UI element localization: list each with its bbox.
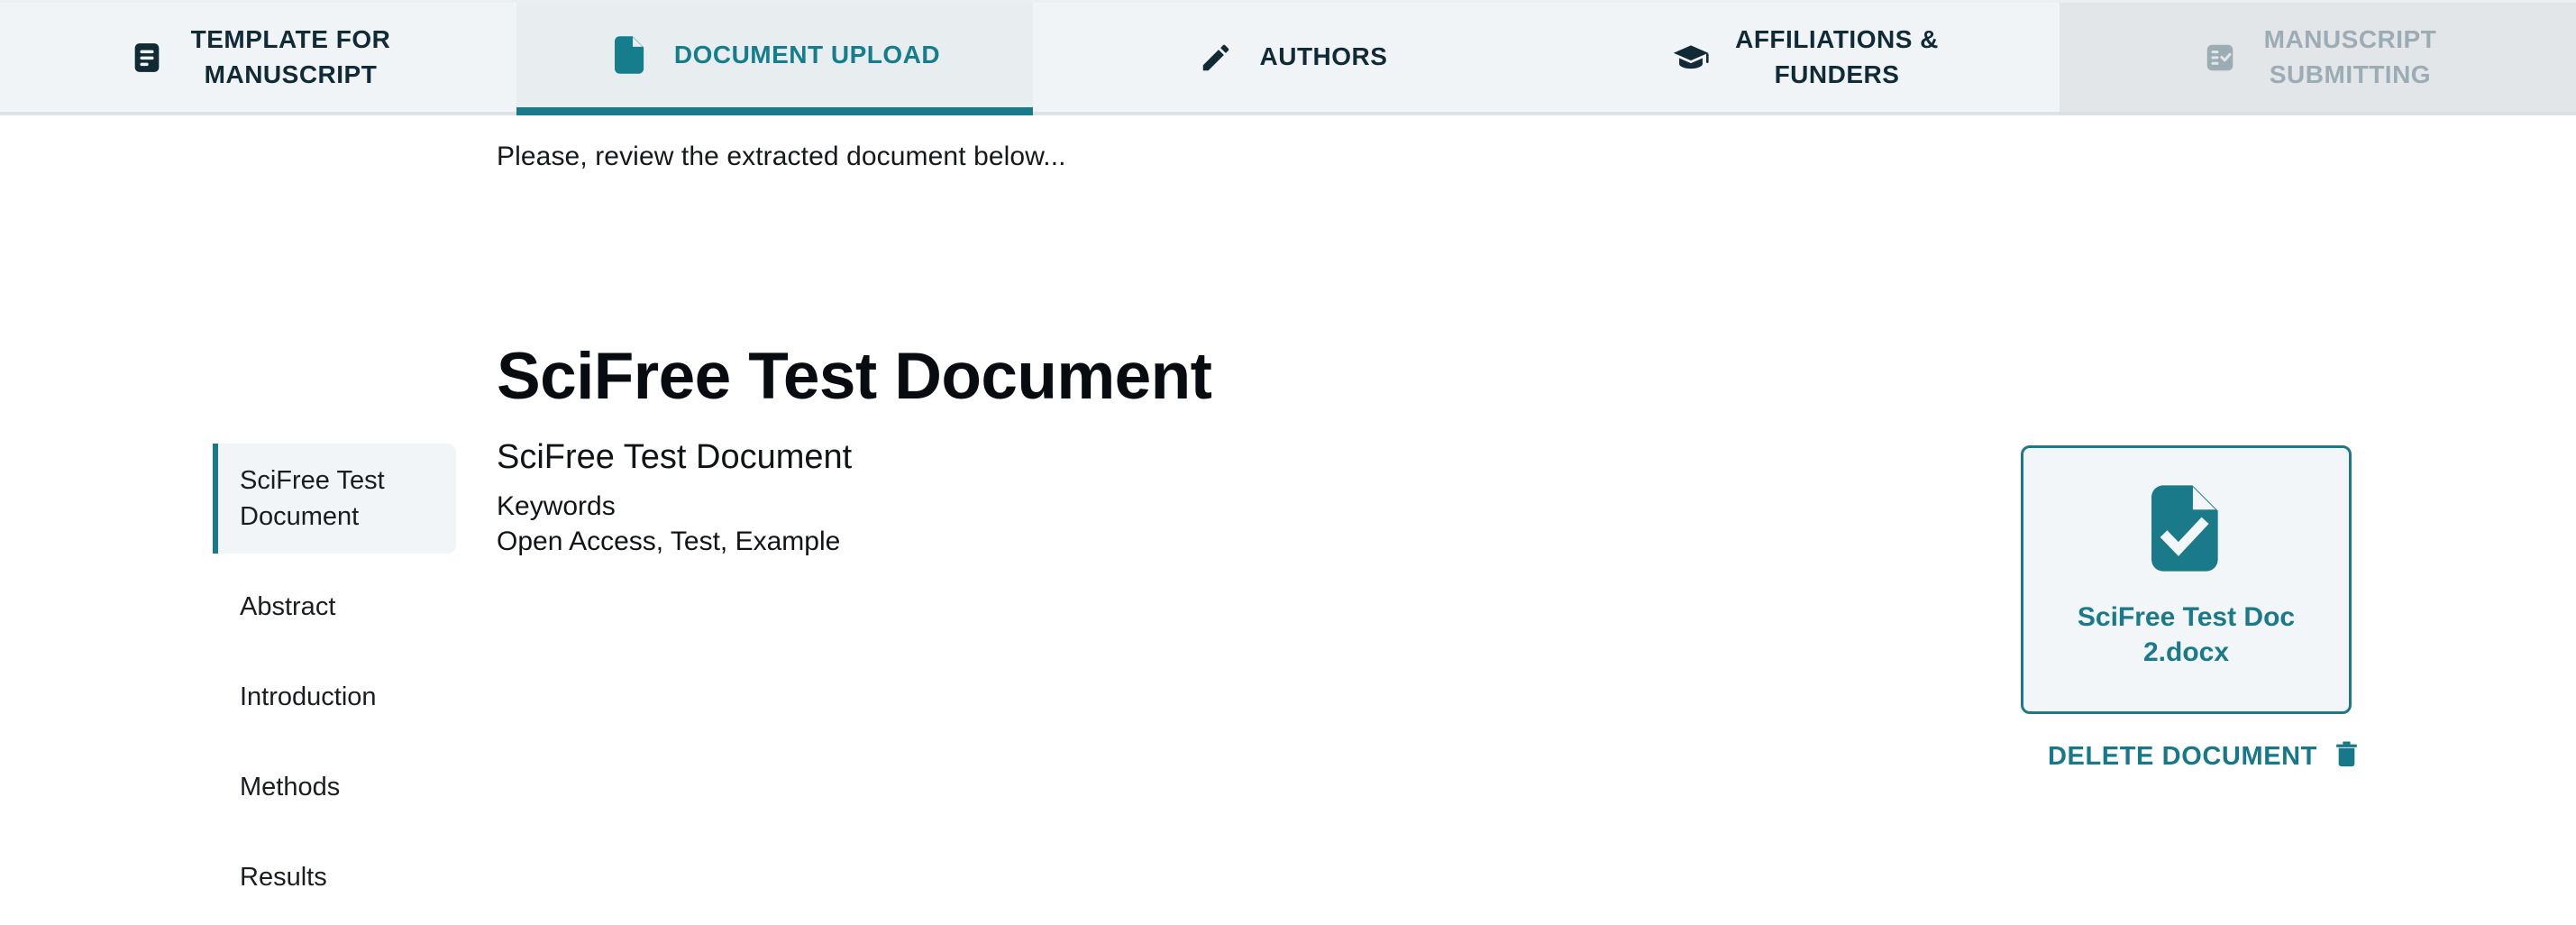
tab-manuscript-submitting: MANUSCRIPT SUBMITTING [2060,3,2576,115]
uploaded-file-name: SciFree Test Doc 2.docx [2077,602,2296,667]
checklist-icon [2199,37,2241,78]
delete-document-button[interactable]: DELETE DOCUMENT [2048,741,2358,772]
sidebar-item-label: Abstract [240,592,336,622]
wizard-tabbar: TEMPLATE FOR MANUSCRIPT DOCUMENT UPLOAD … [0,0,2576,115]
tab-template-for-manuscript[interactable]: TEMPLATE FOR MANUSCRIPT [0,3,516,115]
document-check-icon [2151,484,2222,577]
article-icon [126,37,168,78]
sidebar-item-scifree-test-document[interactable]: SciFree Test Document [213,444,456,554]
sidebar-item-label: Introduction [240,682,377,712]
sidebar-item-label: Methods [240,773,341,802]
document-outline-sidebar: SciFree Test Document Abstract Introduct… [213,444,456,925]
tab-document-upload[interactable]: DOCUMENT UPLOAD [516,3,1033,115]
tab-affiliations-funders[interactable]: AFFILIATIONS & FUNDERS [1549,3,2060,115]
tab-label: AUTHORS [1259,42,1388,71]
sidebar-item-results[interactable]: Results [213,840,456,914]
keywords-values: Open Access, Test, Example [497,526,841,556]
tab-authors[interactable]: AUTHORS [1033,3,1549,115]
pencil-icon [1195,37,1237,78]
sidebar-item-methods[interactable]: Methods [213,750,456,824]
uploaded-file-card[interactable]: SciFree Test Doc 2.docx [2021,445,2352,714]
document-title: SciFree Test Document [497,340,1212,413]
tab-label: MANUSCRIPT SUBMITTING [2263,24,2437,88]
sidebar-item-introduction[interactable]: Introduction [213,660,456,734]
tab-label: TEMPLATE FOR MANUSCRIPT [190,24,391,88]
delete-document-label: DELETE DOCUMENT [2048,741,2317,771]
page-body: Please, review the extracted document be… [0,115,2576,922]
review-instruction-text: Please, review the extracted document be… [497,142,1066,171]
trash-icon [2335,741,2358,772]
extracted-document-preview: SciFree Test Document SciFree Test Docum… [497,343,1939,559]
keywords-label: Keywords [497,490,616,521]
tab-label: DOCUMENT UPLOAD [673,40,941,69]
file-icon [609,34,651,76]
sidebar-item-label: Results [240,863,327,893]
sidebar-item-label: SciFree Test Document [240,466,385,532]
graduation-cap-icon [1670,37,1712,78]
tab-label: AFFILIATIONS & FUNDERS [1735,24,1939,88]
sidebar-item-abstract[interactable]: Abstract [213,570,456,644]
document-subtitle: SciFree Test Document [497,438,853,476]
